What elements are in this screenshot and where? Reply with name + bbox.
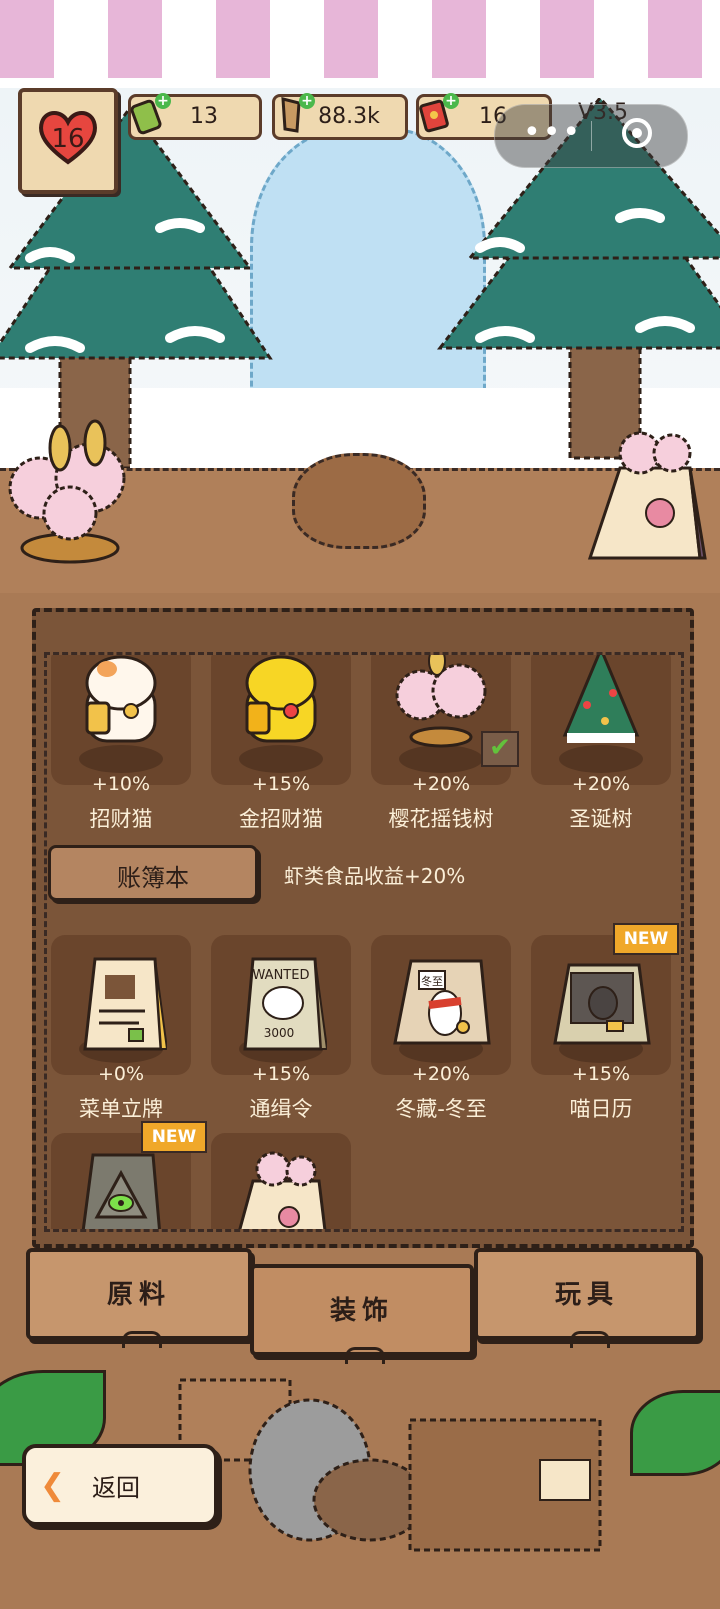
item-bonus: +20% bbox=[411, 773, 471, 795]
item-bonus: +20% bbox=[411, 1063, 471, 1085]
close-mini-program-icon[interactable] bbox=[622, 118, 652, 148]
striped-awning bbox=[0, 0, 720, 88]
item-tile-sakura-calendar[interactable] bbox=[211, 1133, 351, 1229]
lucky-cat-icon bbox=[85, 655, 157, 743]
ledger-section-tab[interactable]: 账簿本 bbox=[48, 845, 258, 901]
christmas-tree-icon bbox=[562, 655, 640, 743]
item-tile-gold-lucky-cat[interactable] bbox=[211, 655, 351, 785]
decoration-shop-panel: +10% 招财猫 +15% 金招财猫 ✔ +20% 樱花摇钱树 +20% 圣诞树… bbox=[32, 608, 694, 1248]
item-name: 圣诞树 bbox=[569, 807, 633, 831]
back-button[interactable]: ❮ 返回 bbox=[22, 1444, 218, 1526]
item-name: 通缉令 bbox=[249, 1097, 313, 1121]
sakura-money-tree-icon bbox=[395, 655, 487, 748]
sakura-desk-calendar-decor[interactable] bbox=[580, 428, 710, 568]
item-bonus: +15% bbox=[571, 1063, 631, 1085]
item-tile-lucky-cat[interactable] bbox=[51, 655, 191, 785]
sakura-money-tree-decor[interactable] bbox=[0, 418, 140, 568]
item-bonus: +20% bbox=[571, 773, 631, 795]
more-menu-icon[interactable]: ••• bbox=[523, 115, 582, 150]
new-badge: NEW bbox=[613, 923, 679, 955]
item-scroll-area[interactable]: +10% 招财猫 +15% 金招财猫 ✔ +20% 樱花摇钱树 +20% 圣诞树… bbox=[44, 652, 684, 1232]
storage-crates bbox=[178, 1378, 602, 1552]
cat-calendar-icon bbox=[553, 963, 651, 1045]
tab-label: 玩具 bbox=[554, 1280, 619, 1310]
item-bonus: +15% bbox=[251, 1063, 311, 1085]
wanted-text: WANTED bbox=[253, 968, 310, 983]
item-tile-winter-solstice-calendar[interactable]: 冬至 bbox=[371, 935, 511, 1075]
item-tile-christmas-tree[interactable] bbox=[531, 655, 671, 785]
item-tile-cat-calendar[interactable] bbox=[531, 935, 671, 1075]
fish-bait-counter[interactable]: + 13 bbox=[128, 93, 262, 140]
tab-label: 原料 bbox=[106, 1280, 171, 1310]
heart-count: 16 bbox=[51, 124, 85, 154]
wanted-poster-icon: WANTED 3000 bbox=[243, 957, 327, 1051]
winter-solstice-calendar-icon: 冬至 bbox=[393, 959, 491, 1045]
heart-level-box[interactable]: 16 bbox=[18, 88, 118, 194]
gold-lucky-cat-icon bbox=[245, 655, 317, 743]
equipped-check-icon: ✔ bbox=[481, 731, 519, 767]
tab-decorations[interactable]: 装饰 bbox=[250, 1264, 474, 1364]
tab-ingredients[interactable]: 原料 bbox=[26, 1248, 252, 1348]
item-name: 喵日历 bbox=[569, 1097, 633, 1121]
item-name: 金招财猫 bbox=[239, 807, 323, 831]
item-name: 菜单立牌 bbox=[79, 1097, 163, 1121]
item-tile-sakura-money-tree[interactable]: ✔ bbox=[371, 655, 519, 785]
tab-label: 装饰 bbox=[329, 1296, 394, 1326]
fish-bait-value: 13 bbox=[190, 104, 218, 129]
new-badge: NEW bbox=[141, 1121, 207, 1153]
dried-fish-value: 88.3k bbox=[318, 104, 380, 129]
item-bonus: +15% bbox=[251, 773, 311, 795]
item-name: 樱花摇钱树 bbox=[388, 807, 494, 831]
empty-food-bowl[interactable] bbox=[292, 453, 426, 549]
item-bonus: +10% bbox=[91, 773, 151, 795]
mini-program-capsule: ••• bbox=[494, 104, 688, 168]
menu-stand-icon bbox=[83, 957, 167, 1051]
back-label: 返回 bbox=[92, 1474, 140, 1502]
section-title: 账簿本 bbox=[117, 864, 189, 892]
tab-toys[interactable]: 玩具 bbox=[474, 1248, 700, 1348]
item-tile-menu-stand[interactable] bbox=[51, 935, 191, 1075]
bounty-text: 3000 bbox=[264, 1026, 295, 1040]
item-bonus: +0% bbox=[97, 1063, 145, 1085]
item-tile-wanted-poster[interactable]: WANTED 3000 bbox=[211, 935, 351, 1075]
item-name: 招财猫 bbox=[89, 807, 153, 831]
dried-fish-counter[interactable]: + 88.3k bbox=[272, 93, 408, 140]
solstice-card-text: 冬至 bbox=[421, 974, 443, 988]
item-name: 冬藏-冬至 bbox=[395, 1097, 487, 1121]
chevron-left-icon: ❮ bbox=[40, 1468, 66, 1503]
section-description: 虾类食品收益+20% bbox=[284, 864, 466, 888]
eye-calendar-icon bbox=[81, 1153, 161, 1229]
sakura-calendar-icon bbox=[238, 1151, 327, 1229]
